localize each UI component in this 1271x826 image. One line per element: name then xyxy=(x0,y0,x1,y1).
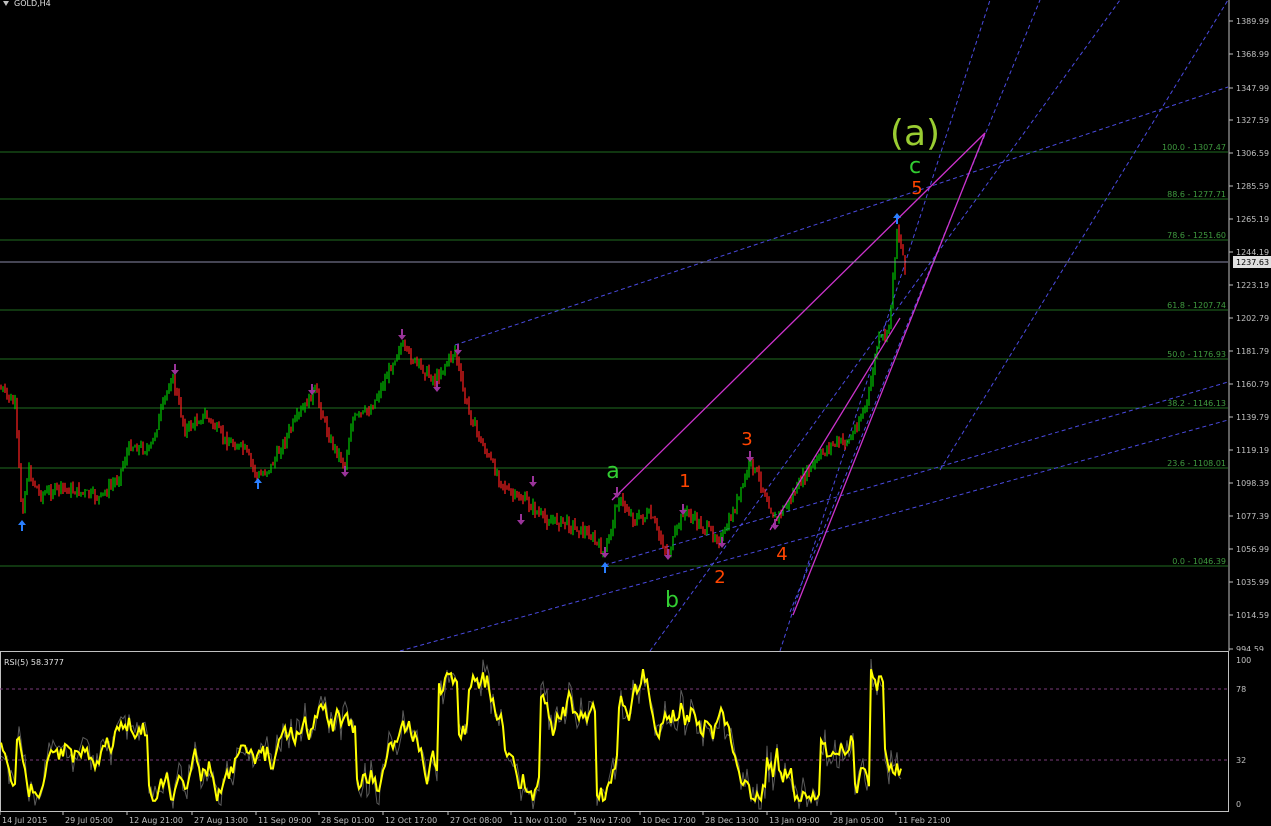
fib-level-label: 78.6 - 1251.60 xyxy=(1167,231,1226,240)
rsi-level-100-label: 100 xyxy=(1236,656,1251,665)
price-axis-label: 1265.19 xyxy=(1236,215,1269,224)
wave-label[interactable]: 5 xyxy=(911,178,922,199)
wave-label[interactable]: 2 xyxy=(714,567,725,588)
fib-level-label: 61.8 - 1207.74 xyxy=(1167,301,1226,310)
time-axis-label: 11 Sep 09:00 xyxy=(258,816,311,825)
rsi-level-0-label: 0 xyxy=(1236,800,1241,809)
rsi-level-78-label: 78 xyxy=(1236,685,1246,694)
time-axis-label: 27 Oct 08:00 xyxy=(450,816,502,825)
current-price-label: 1237.63 xyxy=(1236,258,1269,267)
price-axis-label: 1035.99 xyxy=(1236,578,1269,587)
fib-level-label: 23.6 - 1108.01 xyxy=(1167,459,1226,468)
rsi-level-32-label: 32 xyxy=(1236,756,1246,765)
arrow-down-icon xyxy=(771,519,779,530)
price-axis-label: 1119.19 xyxy=(1236,446,1269,455)
arrow-down-icon xyxy=(529,476,537,487)
fib-level-label: 88.6 - 1277.71 xyxy=(1167,190,1226,199)
price-axis-label: 1368.99 xyxy=(1236,50,1269,59)
fib-level-label: 50.0 - 1176.93 xyxy=(1167,350,1226,359)
arrow-down-icon xyxy=(517,514,525,525)
wave-label[interactable]: c xyxy=(909,154,921,179)
price-axis-label: 1139.79 xyxy=(1236,413,1269,422)
price-axis-label: 1223.19 xyxy=(1236,281,1269,290)
arrow-down-icon xyxy=(679,504,687,515)
dashed-trendline[interactable] xyxy=(399,419,1229,651)
wave-label[interactable]: 3 xyxy=(741,429,752,450)
price-axis-label: 1347.99 xyxy=(1236,84,1269,93)
price-axis-label: 1160.79 xyxy=(1236,380,1269,389)
price-axis-label: 1056.99 xyxy=(1236,545,1269,554)
arrow-up-icon xyxy=(18,520,26,531)
price-axis[interactable]: 1389.99 1368.99 1347.99 1327.59 1306.59 1285.… xyxy=(1229,17,1269,651)
time-axis-label: 10 Dec 17:00 xyxy=(642,816,696,825)
rsi-title: RSI(5) 58.3777 xyxy=(4,658,64,667)
fibonacci-retracement[interactable]: 100.0 - 1307.47 88.6 - 1277.71 78.6 - 1251… xyxy=(0,143,1228,567)
time-axis-label: 14 Jul 2015 xyxy=(2,816,47,825)
arrow-down-icon xyxy=(601,547,609,558)
time-axis[interactable]: 14 Jul 2015 29 Jul 05:00 12 Aug 21:00 27 Au… xyxy=(0,812,1271,826)
time-axis-label: 28 Jan 05:00 xyxy=(833,816,884,825)
wave-label[interactable]: a xyxy=(606,459,619,484)
wedge-channel-lines[interactable] xyxy=(611,132,986,616)
price-axis-label: 1077.39 xyxy=(1236,512,1269,521)
arrow-down-icon xyxy=(398,329,406,340)
channel-line[interactable] xyxy=(792,132,986,616)
price-axis-label: 1098.39 xyxy=(1236,479,1269,488)
time-axis-label: 12 Oct 17:00 xyxy=(385,816,437,825)
symbol-icon xyxy=(3,1,9,6)
trading-terminal-chart[interactable]: 100.0 - 1307.47 88.6 - 1277.71 78.6 - 1251… xyxy=(0,0,1271,826)
candlestick-series xyxy=(0,224,906,559)
wave-label[interactable]: 4 xyxy=(776,544,787,565)
time-axis-label: 29 Jul 05:00 xyxy=(65,816,113,825)
dashed-trendline[interactable] xyxy=(649,0,1121,651)
dashed-trendline[interactable] xyxy=(604,381,1229,566)
time-axis-label: 28 Sep 01:00 xyxy=(321,816,374,825)
dashed-trendlines[interactable] xyxy=(399,0,1229,651)
time-axis-label: 28 Dec 13:00 xyxy=(705,816,759,825)
time-axis-label: 11 Nov 01:00 xyxy=(513,816,567,825)
time-axis-label: 11 Feb 21:00 xyxy=(898,816,950,825)
price-chart[interactable]: 100.0 - 1307.47 88.6 - 1277.71 78.6 - 1251… xyxy=(0,0,1271,651)
arrow-down-icon xyxy=(433,381,441,392)
time-axis-label: 25 Nov 17:00 xyxy=(577,816,631,825)
dashed-trendline[interactable] xyxy=(454,86,1229,346)
price-axis-label: 1285.59 xyxy=(1236,182,1269,191)
price-axis-label: 1306.59 xyxy=(1236,149,1269,158)
price-axis-label: 1014.59 xyxy=(1236,611,1269,620)
fib-level-label: 0.0 - 1046.39 xyxy=(1172,557,1226,566)
arrow-up-icon xyxy=(601,562,609,573)
wave-label[interactable]: 1 xyxy=(679,471,690,492)
price-axis-label: 1181.79 xyxy=(1236,347,1269,356)
time-axis-label: 27 Aug 13:00 xyxy=(194,816,248,825)
arrow-down-icon xyxy=(171,364,179,375)
price-axis-label: 1327.59 xyxy=(1236,116,1269,125)
price-axis-label: 1244.19 xyxy=(1236,248,1269,257)
fractal-arrows xyxy=(18,213,901,573)
elliott-wave-labels[interactable]: (a)c5 a b 1 2 3 4 xyxy=(606,113,940,613)
price-axis-label: 1202.79 xyxy=(1236,314,1269,323)
chart-title: GOLD,H4 xyxy=(14,0,51,8)
time-axis-label: 12 Aug 21:00 xyxy=(129,816,183,825)
price-axis-label: 1389.99 xyxy=(1236,17,1269,26)
time-axis-label: 13 Jan 09:00 xyxy=(769,816,820,825)
dashed-trendline[interactable] xyxy=(789,0,1041,613)
wave-label[interactable]: (a) xyxy=(890,113,940,154)
fib-level-label: 100.0 - 1307.47 xyxy=(1162,143,1226,152)
fib-level-label: 38.2 - 1146.13 xyxy=(1167,399,1226,408)
arrow-up-icon xyxy=(254,478,262,489)
rsi-indicator-panel[interactable]: RSI(5) 58.3777 100 78 32 0 xyxy=(0,651,1271,812)
channel-line[interactable] xyxy=(769,317,901,531)
wave-label[interactable]: b xyxy=(665,588,679,613)
